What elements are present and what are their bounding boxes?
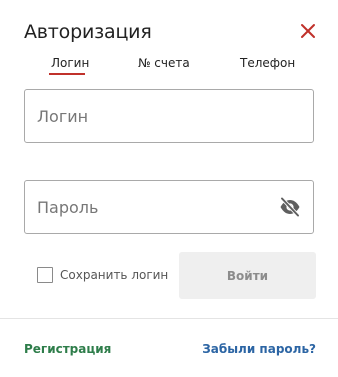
remember-login-checkbox[interactable] <box>37 267 53 283</box>
close-icon[interactable] <box>299 22 317 40</box>
login-field <box>24 89 314 143</box>
eye-slash-icon[interactable] <box>279 196 301 218</box>
active-tab-indicator <box>49 73 85 75</box>
password-field <box>24 180 314 234</box>
login-dialog: Авторизация Логин № счета Телефон Сохра <box>0 0 338 377</box>
footer-divider <box>0 318 338 319</box>
login-button[interactable]: Войти <box>179 252 316 299</box>
forgot-password-link[interactable]: Забыли пароль? <box>202 342 316 357</box>
register-link[interactable]: Регистрация <box>24 342 111 357</box>
tab-account-number[interactable]: № счета <box>138 55 190 71</box>
remember-login-label: Сохранить логин <box>60 268 169 282</box>
tab-phone[interactable]: Телефон <box>240 55 295 71</box>
dialog-title: Авторизация <box>24 21 152 43</box>
tab-login[interactable]: Логин <box>51 55 89 71</box>
password-input[interactable] <box>37 181 277 233</box>
login-input[interactable] <box>37 90 277 142</box>
